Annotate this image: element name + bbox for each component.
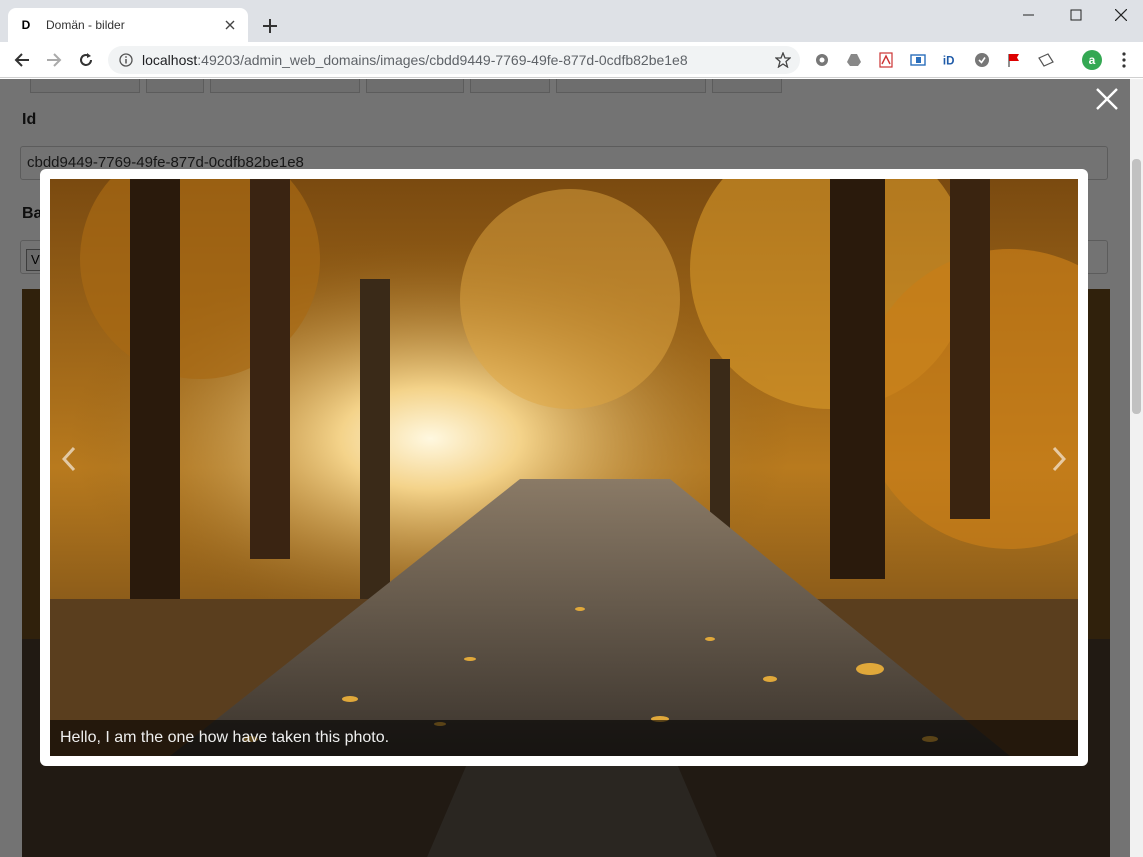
new-tab-icon[interactable] — [258, 14, 282, 38]
shield-icon[interactable] — [974, 52, 990, 68]
lightbox-close-icon[interactable] — [1094, 86, 1120, 112]
previous-arrow-icon[interactable] — [54, 439, 84, 479]
tab-favicon-icon: D — [21, 18, 31, 32]
browser-menu-icon[interactable] — [1114, 50, 1134, 70]
gear-extension-icon[interactable] — [814, 52, 830, 68]
lightbox: Hello, I am the one how have taken this … — [40, 169, 1088, 766]
tab-close-icon[interactable] — [222, 17, 238, 33]
maximize-icon[interactable] — [1053, 0, 1099, 30]
bookmark-star-icon[interactable] — [774, 51, 792, 69]
lightbox-image: Hello, I am the one how have taken this … — [50, 179, 1078, 756]
id-icon[interactable]: iD — [942, 52, 958, 68]
flag-icon[interactable] — [1006, 52, 1022, 68]
page-scrollbar[interactable] — [1130, 79, 1143, 857]
url-path: :49203/admin_web_domains/images/cbdd9449… — [197, 52, 688, 68]
ticket-icon[interactable] — [1038, 52, 1054, 68]
browser-toolbar: localhost:49203/admin_web_domains/images… — [0, 42, 1143, 78]
svg-text:iD: iD — [943, 55, 955, 67]
window-close-icon[interactable] — [1098, 0, 1143, 30]
reload-icon[interactable] — [72, 46, 100, 74]
autumn-road-photo — [50, 179, 1078, 756]
address-bar[interactable]: localhost:49203/admin_web_domains/images… — [108, 46, 800, 74]
scrollbar-thumb[interactable] — [1132, 159, 1141, 414]
minimize-icon[interactable] — [1006, 0, 1052, 30]
outlook-icon[interactable] — [910, 52, 926, 68]
info-icon[interactable] — [118, 52, 134, 68]
next-arrow-icon[interactable] — [1044, 439, 1074, 479]
browser-titlebar: D Domän - bilder — [0, 0, 1143, 42]
tab-title: Domän - bilder — [46, 18, 125, 32]
lightbox-caption: Hello, I am the one how have taken this … — [50, 720, 1078, 756]
profile-avatar[interactable]: a — [1082, 50, 1102, 70]
back-arrow-icon[interactable] — [8, 46, 36, 74]
url-host: localhost — [142, 52, 198, 68]
browser-tab[interactable]: D Domän - bilder — [8, 8, 248, 42]
forward-arrow-icon[interactable] — [40, 46, 68, 74]
drive-icon[interactable] — [846, 52, 862, 68]
pdf-icon[interactable] — [878, 52, 894, 68]
